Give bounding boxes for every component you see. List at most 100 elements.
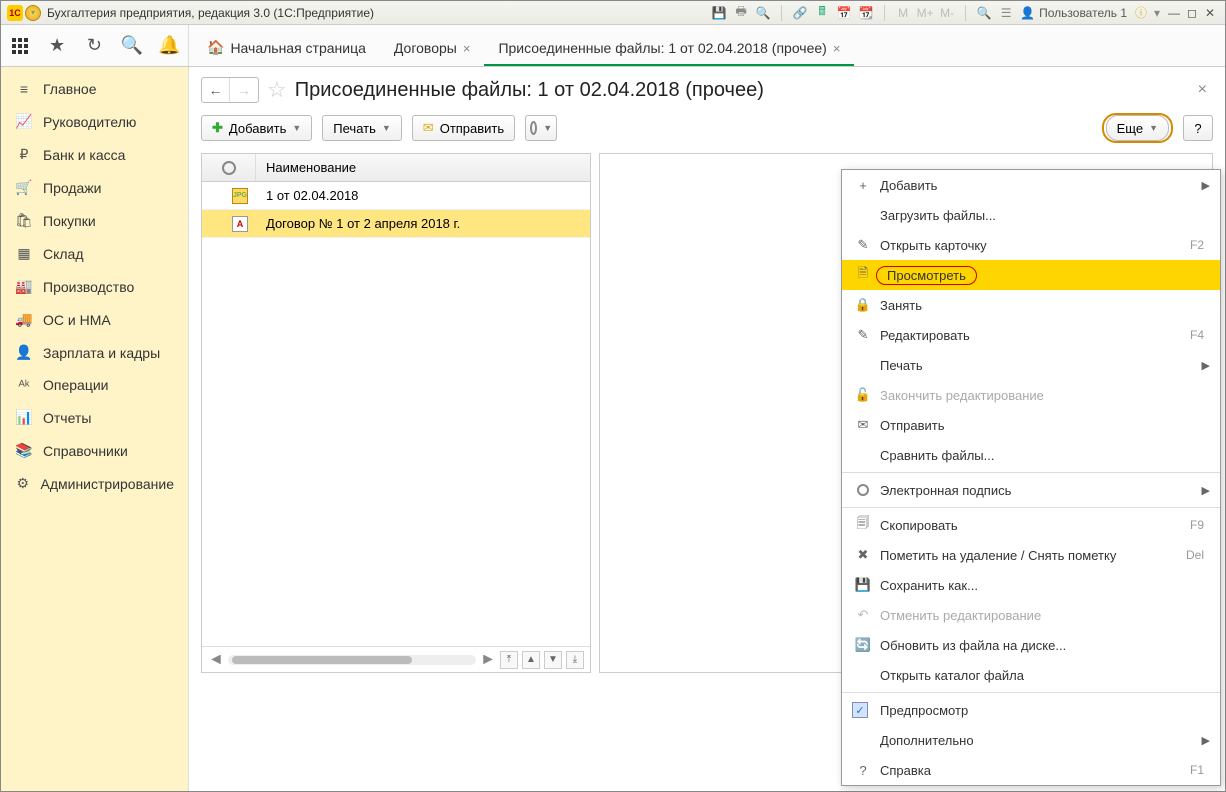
info-dd-icon[interactable]: ▾	[1149, 5, 1165, 21]
ctx-item-открыть-карточку[interactable]: ✎Открыть карточкуF2	[842, 230, 1220, 260]
close-button[interactable]: ✕	[1201, 5, 1219, 21]
sidebar-label: Склад	[43, 246, 84, 262]
zoom-icon[interactable]: 🔍	[976, 5, 992, 21]
minimize-button[interactable]: —	[1165, 5, 1183, 21]
calendar-icon[interactable]: 📅	[836, 5, 852, 21]
history-icon[interactable]: ↻	[80, 32, 108, 60]
ctx-item-пометить-на-удаление-снять-пом[interactable]: ✖Пометить на удаление / Снять пометкуDel	[842, 540, 1220, 570]
help-button[interactable]: ?	[1183, 115, 1213, 141]
back-button[interactable]: ←	[202, 78, 230, 102]
ctx-item-открыть-каталог-файла[interactable]: Открыть каталог файла	[842, 660, 1220, 690]
ctx-item-печать[interactable]: Печать▶	[842, 350, 1220, 380]
close-page-button[interactable]: ×	[1198, 81, 1213, 99]
print-button[interactable]: Печать▼	[322, 115, 402, 141]
ctx-item-дополнительно[interactable]: Дополнительно▶	[842, 725, 1220, 755]
sidebar-item-directories[interactable]: 📚Справочники	[1, 434, 188, 467]
sidebar-item-bank[interactable]: ₽Банк и касса	[1, 138, 188, 171]
add-button[interactable]: ✚Добавить▼	[201, 115, 312, 141]
tab-home[interactable]: 🏠 Начальная страница	[193, 29, 380, 66]
sidebar-label: Главное	[43, 81, 97, 97]
ctx-item-скопировать[interactable]: 🗐СкопироватьF9	[842, 510, 1220, 540]
maximize-button[interactable]: ◻	[1183, 5, 1201, 21]
m-minus-icon[interactable]: M-	[939, 5, 955, 21]
tab-attached-files-label: Присоединенные файлы: 1 от 02.04.2018 (п…	[498, 40, 826, 56]
calendar31-icon[interactable]: 📆	[858, 5, 874, 21]
scrollbar[interactable]	[228, 655, 476, 665]
search-icon[interactable]: 🔍	[118, 32, 146, 60]
more-button[interactable]: Еще▼	[1106, 115, 1169, 141]
ctx-item-отправить[interactable]: ✉Отправить	[842, 410, 1220, 440]
app-menu-dropdown[interactable]: ▾	[25, 5, 41, 21]
ctx-item-просмотреть[interactable]: 🗎Просмотреть	[842, 260, 1220, 290]
signature-button[interactable]: ▼	[525, 115, 557, 141]
ctx-item-сохранить-как-[interactable]: 💾Сохранить как...	[842, 570, 1220, 600]
ctx-item-добавить[interactable]: +Добавить▶	[842, 170, 1220, 200]
file-name: 1 от 02.04.2018	[256, 188, 590, 203]
ctx-item-справка[interactable]: ?СправкаF1	[842, 755, 1220, 785]
ctx-item-сравнить-файлы-[interactable]: Сравнить файлы...	[842, 440, 1220, 470]
add-label: Добавить	[229, 121, 286, 136]
apps-icon[interactable]	[6, 32, 34, 60]
table-row[interactable]: А Договор № 1 от 2 апреля 2018 г.	[202, 210, 590, 238]
sidebar-item-admin[interactable]: ⚙Администрирование	[1, 467, 188, 500]
chevron-right-icon: ▶	[1202, 484, 1210, 497]
ctx-item-обновить-из-файла-на-диске-[interactable]: 🔄Обновить из файла на диске...	[842, 630, 1220, 660]
file-list-pane: Наименование JPG 1 от 02.04.2018 А Догов…	[201, 153, 591, 673]
user-label[interactable]: 👤 Пользователь 1	[1020, 6, 1127, 20]
link-icon[interactable]: 🔗	[792, 5, 808, 21]
print-icon[interactable]: 🖶	[733, 5, 749, 21]
sidebar-label: Банк и касса	[43, 147, 125, 163]
ctx-item-редактировать[interactable]: ✎РедактироватьF4	[842, 320, 1220, 350]
ctx-label: Электронная подпись	[874, 483, 1202, 498]
bell-icon[interactable]: 🔔	[155, 32, 183, 60]
calc-icon[interactable]: 🖩	[814, 5, 830, 21]
ctx-item-загрузить-файлы-[interactable]: Загрузить файлы...	[842, 200, 1220, 230]
save-icon[interactable]: 💾	[711, 5, 727, 21]
scroll-right-icon[interactable]: ►	[480, 651, 496, 669]
titlebar: 1C ▾ Бухгалтерия предприятия, редакция 3…	[1, 1, 1225, 25]
topbar-left-tools: ★ ↻ 🔍 🔔	[1, 25, 189, 66]
ctx-item-занять[interactable]: 🔒Занять	[842, 290, 1220, 320]
ctx-item-предпросмотр[interactable]: ✓Предпросмотр	[842, 695, 1220, 725]
sidebar-item-operations[interactable]: ᴬᵏОперации	[1, 369, 188, 401]
down-icon[interactable]: ▼	[544, 651, 562, 669]
collapse-down-icon[interactable]: ⤓	[566, 651, 584, 669]
ctx-label: Отменить редактирование	[874, 608, 1210, 623]
scroll-left-icon[interactable]: ◄	[208, 651, 224, 669]
sidebar-item-main[interactable]: ≡Главное	[1, 73, 188, 105]
ctx-label: Обновить из файла на диске...	[874, 638, 1210, 653]
separator	[842, 692, 1220, 693]
forward-button[interactable]: →	[230, 78, 258, 102]
sidebar-item-hr[interactable]: 👤Зарплата и кадры	[1, 336, 188, 369]
send-button[interactable]: ✉Отправить	[412, 115, 515, 141]
table-row[interactable]: JPG 1 от 02.04.2018	[202, 182, 590, 210]
tasks-icon[interactable]: ☰	[998, 5, 1014, 21]
sidebar-item-manager[interactable]: 📈Руководителю	[1, 105, 188, 138]
scroll-thumb[interactable]	[232, 656, 412, 664]
sidebar-item-reports[interactable]: 📊Отчеты	[1, 401, 188, 434]
col-signature[interactable]	[202, 154, 256, 181]
ctx-item-электронная-подпись[interactable]: Электронная подпись▶	[842, 475, 1220, 505]
favorite-icon[interactable]: ★	[43, 32, 71, 60]
books-icon: 📚	[15, 442, 33, 459]
collapse-up-icon[interactable]: ⤒	[500, 651, 518, 669]
up-icon[interactable]: ▲	[522, 651, 540, 669]
m-icon[interactable]: M	[895, 5, 911, 21]
home-icon: 🏠	[207, 39, 224, 56]
m-plus-icon[interactable]: M+	[917, 5, 933, 21]
preview-icon[interactable]: 🔍	[755, 5, 771, 21]
sidebar-item-purchases[interactable]: 🛍Покупки	[1, 204, 188, 237]
sidebar-item-sales[interactable]: 🛒Продажи	[1, 171, 188, 204]
jpg-icon: JPG	[232, 188, 248, 204]
col-name[interactable]: Наименование	[256, 160, 590, 175]
star-icon[interactable]: ☆	[267, 77, 287, 103]
sidebar-item-production[interactable]: 🏭Производство	[1, 270, 188, 303]
info-icon[interactable]: ⓘ	[1133, 5, 1149, 21]
tab-attached-files[interactable]: Присоединенные файлы: 1 от 02.04.2018 (п…	[484, 30, 854, 66]
sidebar-item-assets[interactable]: 🚚ОС и НМА	[1, 303, 188, 336]
tab-close-icon[interactable]: ×	[833, 41, 841, 56]
tab-contracts[interactable]: Договоры ×	[380, 30, 485, 66]
tab-close-icon[interactable]: ×	[463, 41, 471, 56]
sidebar-item-warehouse[interactable]: ▦Склад	[1, 237, 188, 270]
factory-icon: 🏭	[15, 278, 33, 295]
